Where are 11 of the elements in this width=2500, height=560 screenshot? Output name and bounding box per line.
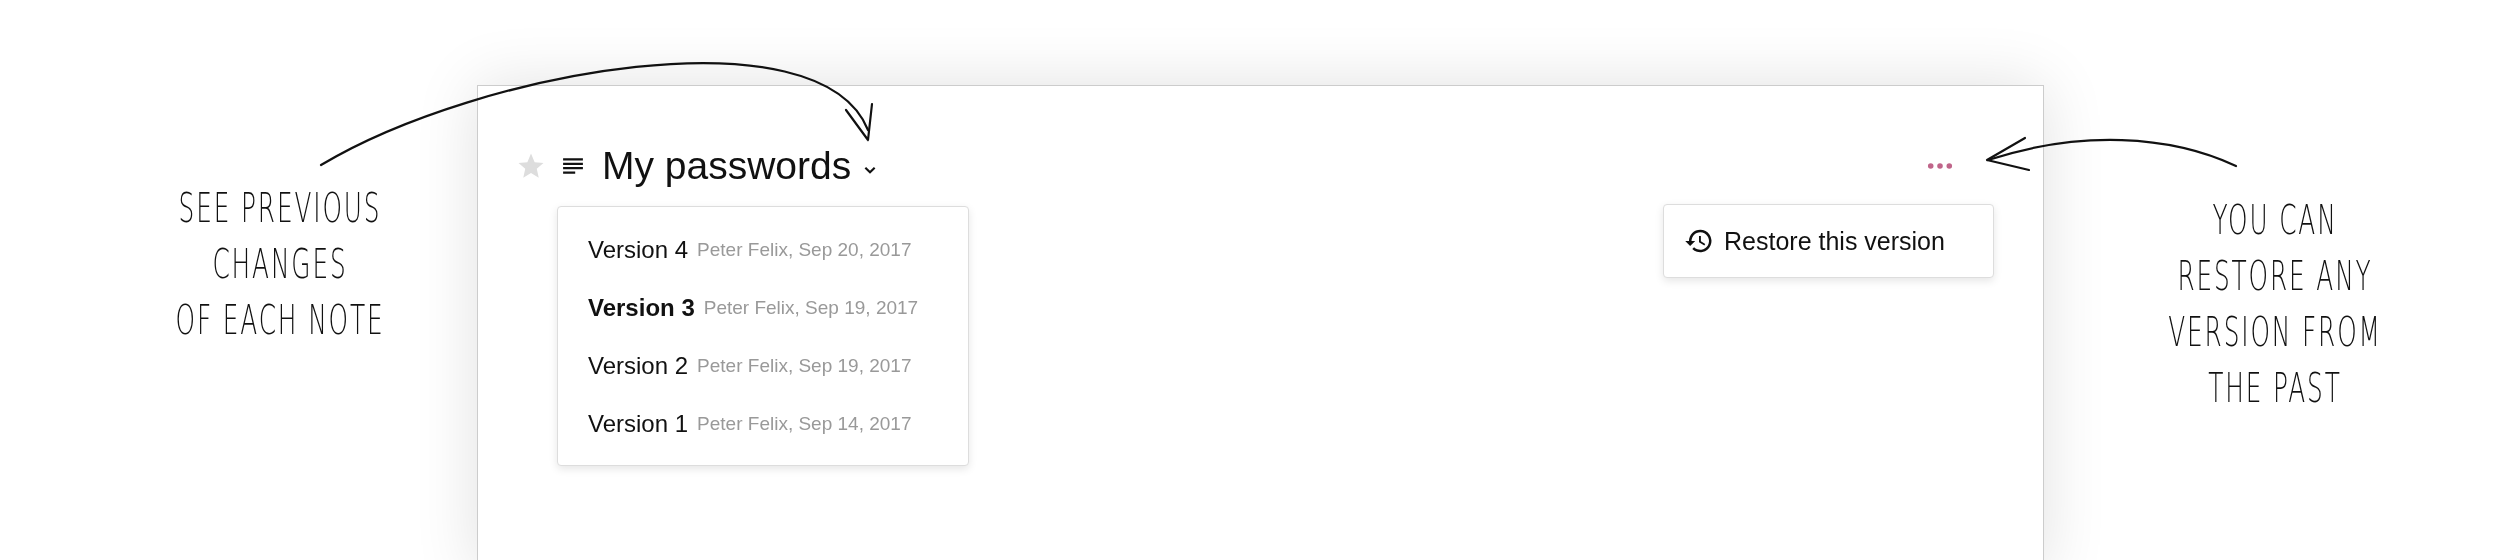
restore-menu-item[interactable]: Restore this version [1664,226,1965,256]
version-item[interactable]: Version 2 Peter Felix, Sep 19, 2017 [558,337,968,395]
note-title: My passwords [602,144,852,188]
annotation-text: SEE PREVIOUS CHANGES OF EACH NOTE [174,184,386,345]
version-item[interactable]: Version 4 Peter Felix, Sep 20, 2017 [558,221,968,279]
version-item[interactable]: Version 1 Peter Felix, Sep 14, 2017 [558,395,968,453]
version-item[interactable]: Version 3 Peter Felix, Sep 19, 2017 [558,279,968,337]
annotation-text: YOU CAN RESTORE ANY VERSION FROM THE PAST [2167,196,2383,413]
chevron-down-icon[interactable] [863,165,878,175]
more-icon[interactable] [1927,162,1953,170]
note-icon [562,157,584,175]
